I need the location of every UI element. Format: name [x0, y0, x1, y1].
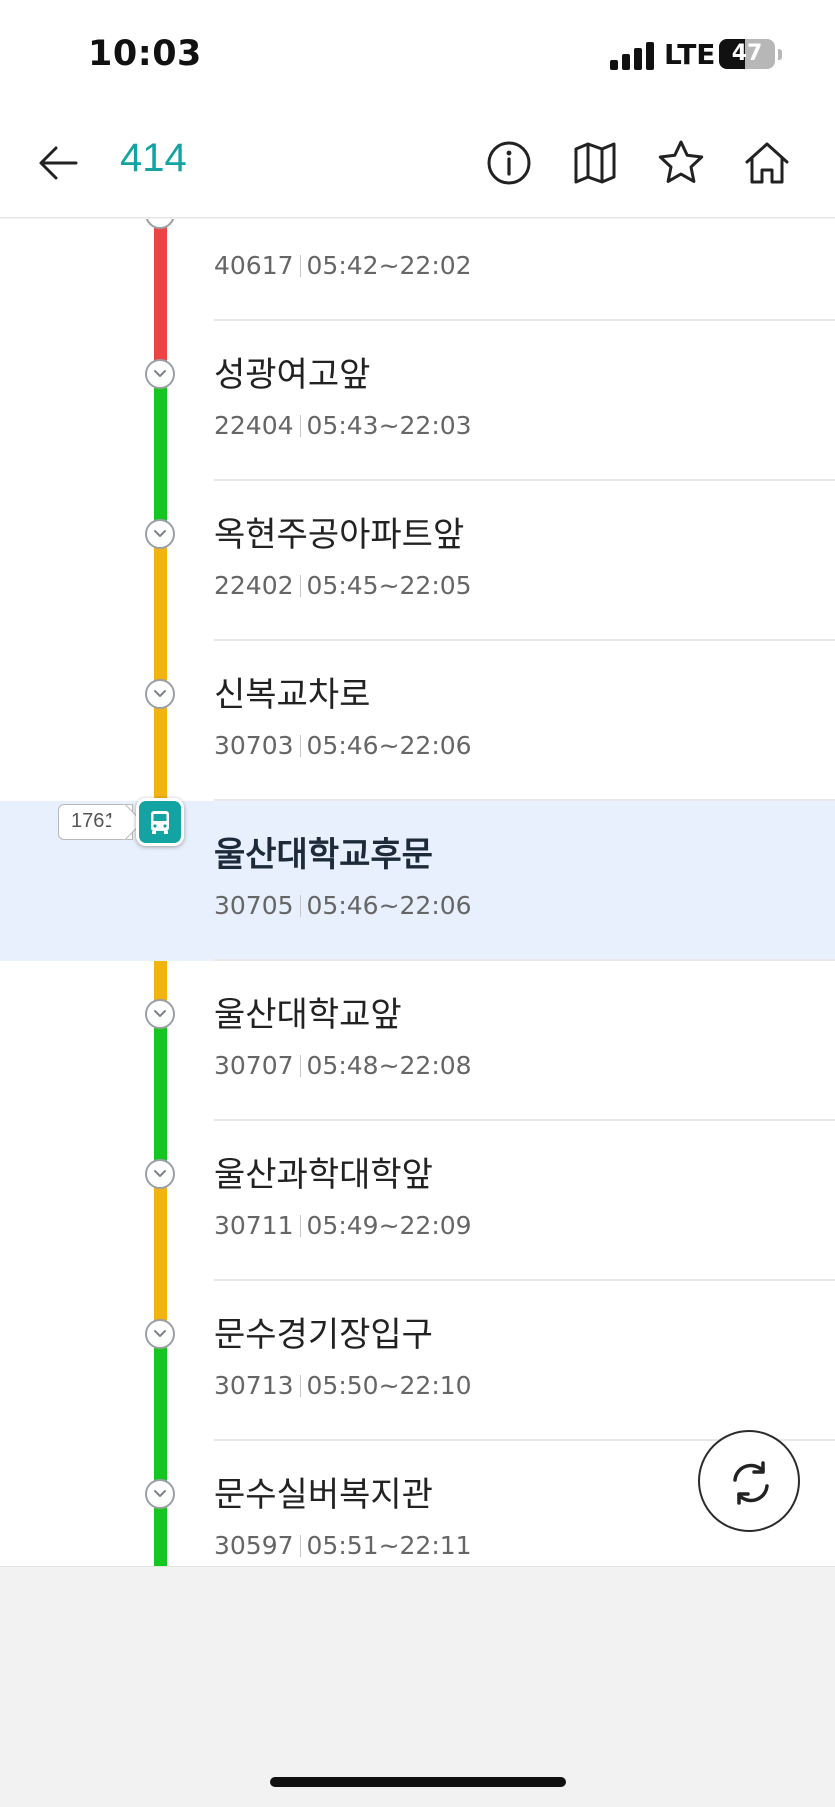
stop-row[interactable]: 신복교차로 30703 05:46~22:06: [0, 641, 835, 801]
stop-hours: 05:48~22:08: [306, 1051, 472, 1080]
stop-id: 40617: [214, 251, 294, 280]
home-indicator: [270, 1777, 566, 1787]
stop-name: 신복교차로: [214, 675, 371, 715]
refresh-button[interactable]: [698, 1430, 800, 1532]
meta-separator: [299, 895, 301, 917]
stop-id: 30597: [214, 1531, 294, 1560]
stop-row[interactable]: 울산대학교앞 30707 05:48~22:08: [0, 961, 835, 1121]
stop-meta: 40617 05:42~22:02: [214, 251, 472, 280]
meta-separator: [299, 1215, 301, 1237]
stop-row[interactable]: 성광여고앞 22404 05:43~22:03: [0, 321, 835, 481]
stop-id: 22402: [214, 571, 294, 600]
stop-list[interactable]: 40617 05:42~22:02 성광여고앞 22404 05:43~22:03 옥현주…: [0, 219, 835, 1567]
network-type: LTE: [664, 38, 716, 71]
meta-separator: [299, 575, 301, 597]
stop-name: 옥현주공아파트앞: [214, 515, 465, 555]
battery-icon: 47: [719, 39, 775, 69]
meta-separator: [299, 735, 301, 757]
stop-hours: 05:49~22:09: [306, 1211, 472, 1240]
app-header: 414: [0, 110, 835, 218]
stop-hours: 05:43~22:03: [306, 411, 472, 440]
stop-meta: 30705 05:46~22:06: [214, 891, 472, 920]
back-arrow-icon[interactable]: [36, 140, 82, 186]
meta-separator: [299, 255, 301, 277]
stop-hours: 05:46~22:06: [306, 891, 472, 920]
stop-name: 문수경기장입구: [214, 1315, 433, 1355]
refresh-icon: [733, 1461, 769, 1505]
battery-percent: 47: [731, 41, 763, 66]
stop-hours: 05:46~22:06: [306, 731, 472, 760]
status-bar: 10:03 LTE 47: [0, 0, 835, 110]
stop-row[interactable]: 40617 05:42~22:02: [0, 219, 835, 321]
meta-separator: [299, 1375, 301, 1397]
stop-meta: 30597 05:51~22:11: [214, 1531, 472, 1560]
map-icon[interactable]: [570, 138, 620, 188]
meta-separator: [299, 1535, 301, 1557]
stop-name: 울산과학대학앞: [214, 1155, 433, 1195]
stop-name: 울산대학교후문: [214, 835, 433, 875]
stop-hours: 05:51~22:11: [306, 1531, 472, 1560]
stop-row[interactable]: 문수경기장입구 30713 05:50~22:10: [0, 1281, 835, 1441]
meta-separator: [299, 1055, 301, 1077]
stop-name: 울산대학교앞: [214, 995, 402, 1035]
star-icon[interactable]: [656, 138, 706, 188]
stop-meta: 30703 05:46~22:06: [214, 731, 472, 760]
signal-icon: [610, 42, 654, 70]
stop-id: 30705: [214, 891, 294, 920]
stop-hours: 05:50~22:10: [306, 1371, 472, 1400]
info-icon[interactable]: [484, 138, 534, 188]
stop-hours: 05:45~22:05: [306, 571, 472, 600]
bus-icon[interactable]: [136, 798, 184, 846]
stop-id: 30707: [214, 1051, 294, 1080]
status-time: 10:03: [88, 34, 202, 74]
meta-separator: [299, 415, 301, 437]
stop-name: 성광여고앞: [214, 355, 371, 395]
stop-row[interactable]: 옥현주공아파트앞 22402 05:45~22:05: [0, 481, 835, 641]
battery-tip: [778, 49, 782, 60]
stop-name: 문수실버복지관: [214, 1475, 433, 1515]
stop-id: 22404: [214, 411, 294, 440]
stop-row[interactable]: 울산과학대학앞 30711 05:49~22:09: [0, 1121, 835, 1281]
stop-id: 30713: [214, 1371, 294, 1400]
stop-hours: 05:42~22:02: [306, 251, 472, 280]
stop-meta: 30707 05:48~22:08: [214, 1051, 472, 1080]
stop-meta: 30713 05:50~22:10: [214, 1371, 472, 1400]
home-icon[interactable]: [742, 138, 792, 188]
route-number: 414: [120, 136, 187, 180]
stop-meta: 22404 05:43~22:03: [214, 411, 472, 440]
stop-meta: 30711 05:49~22:09: [214, 1211, 472, 1240]
stop-id: 30711: [214, 1211, 294, 1240]
stop-meta: 22402 05:45~22:05: [214, 571, 472, 600]
stop-id: 30703: [214, 731, 294, 760]
